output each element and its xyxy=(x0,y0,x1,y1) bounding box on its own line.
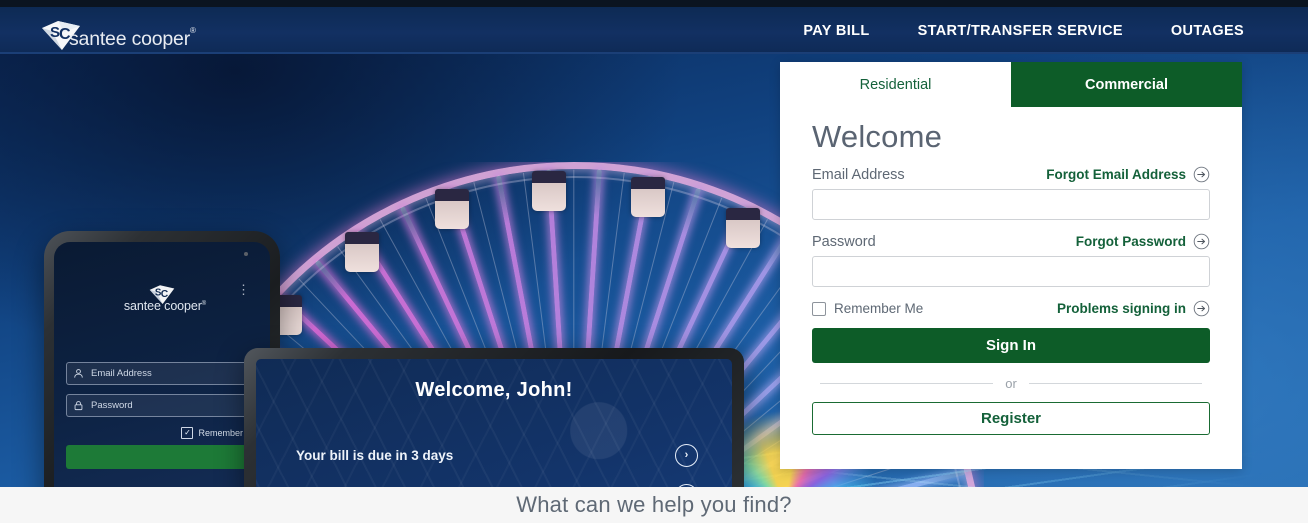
divider-line-left xyxy=(820,383,994,384)
top-accent-strip xyxy=(0,0,1308,7)
or-label: or xyxy=(1005,376,1017,391)
email-label: Email Address xyxy=(812,166,905,183)
phone-screen: ⋮ S C santee cooper® Email Address Passw… xyxy=(54,242,270,487)
tablet-device-mockup: Welcome, John! Your bill is due in 3 day… xyxy=(244,348,744,487)
tablet-bill-due-prefix: Your bill is due in xyxy=(296,448,412,463)
phone-logo-wordmark: santee cooper® xyxy=(60,299,270,313)
tab-commercial[interactable]: Commercial xyxy=(1011,62,1242,107)
search-bar[interactable]: What can we help you find? xyxy=(0,487,1308,523)
tablet-screen: Welcome, John! Your bill is due in 3 day… xyxy=(256,359,732,487)
phone-email-placeholder: Email Address xyxy=(91,368,152,379)
phone-email-field[interactable]: Email Address xyxy=(66,362,262,385)
arrow-right-circle-icon xyxy=(1193,300,1210,317)
phone-password-placeholder: Password xyxy=(91,400,133,411)
primary-nav: PAY BILL START/TRANSFER SERVICE OUTAGES xyxy=(779,7,1268,54)
logo-word-text: santee cooper xyxy=(69,27,190,50)
password-field-header: Password Forgot Password xyxy=(812,233,1210,250)
logo-trademark: ® xyxy=(190,25,196,35)
phone-logo-word-text: santee cooper xyxy=(123,299,202,313)
nav-item-outages[interactable]: OUTAGES xyxy=(1147,23,1268,39)
problems-signing-in-label: Problems signing in xyxy=(1056,301,1186,316)
login-heading: Welcome xyxy=(812,119,943,154)
forgot-password-link[interactable]: Forgot Password xyxy=(1076,233,1210,250)
user-icon xyxy=(74,369,83,378)
forgot-email-link[interactable]: Forgot Email Address xyxy=(1046,166,1210,183)
phone-app-logo: S C santee cooper® xyxy=(54,284,270,313)
site-header: S C santee cooper® PAY BILL START/TRANSF… xyxy=(0,7,1308,54)
sign-in-button[interactable]: Sign In xyxy=(812,328,1210,363)
register-button[interactable]: Register xyxy=(812,402,1210,435)
remember-and-help-row: Remember Me Problems signing in xyxy=(812,300,1210,317)
nav-item-start-transfer-service[interactable]: START/TRANSFER SERVICE xyxy=(894,23,1147,39)
phone-camera-dot xyxy=(244,252,248,256)
login-form: Welcome Email Address Forgot Email Addre… xyxy=(780,107,1242,435)
divider-line-right xyxy=(1028,383,1202,384)
password-input[interactable] xyxy=(812,256,1210,287)
email-field-header: Email Address Forgot Email Address xyxy=(812,166,1210,183)
chevron-right-icon[interactable]: › xyxy=(675,484,698,487)
tablet-bill-due-days: 3 xyxy=(411,448,419,463)
page-root: S C santee cooper® PAY BILL START/TRANSF… xyxy=(0,0,1308,523)
phone-logo-trademark: ® xyxy=(201,300,207,307)
nav-item-pay-bill[interactable]: PAY BILL xyxy=(779,23,893,39)
tablet-welcome-greeting: Welcome, John! xyxy=(415,379,573,401)
forgot-password-label: Forgot Password xyxy=(1075,234,1186,249)
remember-me-label: Remember Me xyxy=(834,301,924,316)
tablet-outage-row[interactable]: Power outage today at 5pm › xyxy=(296,484,698,487)
forgot-email-label: Forgot Email Address xyxy=(1046,167,1186,182)
tablet-bill-due-text: Your bill is due in 3 days xyxy=(296,448,453,463)
tablet-bill-due-row[interactable]: Your bill is due in 3 days › xyxy=(296,444,698,467)
phone-sign-in-button[interactable] xyxy=(66,445,262,469)
problems-signing-in-link[interactable]: Problems signing in xyxy=(1057,300,1210,317)
arrow-right-circle-icon xyxy=(1193,166,1210,183)
chevron-right-icon[interactable]: › xyxy=(675,444,698,467)
field-spacer xyxy=(812,220,1210,233)
search-prompt: What can we help you find? xyxy=(516,492,792,517)
remember-me-checkbox[interactable] xyxy=(812,301,826,316)
phone-remember-checkbox[interactable]: ✓ xyxy=(181,427,194,439)
email-input[interactable] xyxy=(812,189,1210,220)
or-divider: or xyxy=(820,376,1202,391)
tablet-bill-due-suffix: days xyxy=(418,448,454,463)
tab-residential[interactable]: Residential xyxy=(780,62,1011,107)
site-logo[interactable]: S C santee cooper® xyxy=(38,9,196,53)
lock-icon xyxy=(74,401,83,411)
login-tabs: Residential Commercial xyxy=(780,62,1242,107)
arrow-right-circle-icon xyxy=(1193,233,1210,250)
password-label: Password xyxy=(812,233,876,250)
phone-password-field[interactable]: Password xyxy=(66,394,262,417)
site-logo-wordmark: santee cooper® xyxy=(69,26,196,50)
login-panel: Residential Commercial Welcome Email Add… xyxy=(780,62,1242,469)
remember-me-control[interactable]: Remember Me xyxy=(812,301,923,316)
